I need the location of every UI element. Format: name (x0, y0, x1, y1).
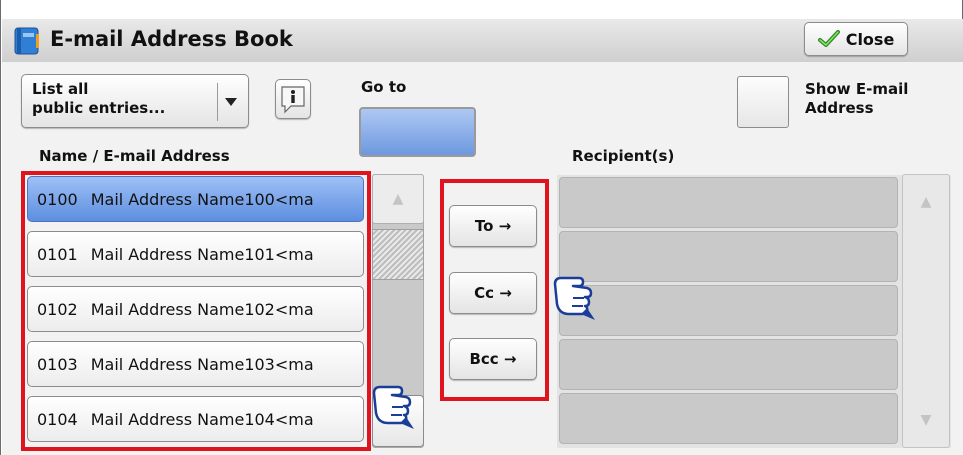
pointing-hand-icon (372, 385, 414, 429)
triangle-down-icon: ▼ (920, 412, 932, 428)
main-panel: List all public entries... Go to Show E-… (2, 62, 963, 455)
to-button[interactable]: To → (449, 205, 537, 247)
info-button[interactable] (275, 79, 311, 119)
recipients-header: Recipient(s) (572, 147, 675, 165)
close-button[interactable]: Close (804, 22, 908, 56)
to-button-label: To → (474, 217, 512, 235)
triangle-down-icon (217, 83, 243, 121)
recipient-row[interactable] (559, 393, 898, 444)
list-header: Name / E-mail Address (39, 147, 230, 165)
app-frame: E-mail Address Book Close List all publi… (0, 0, 963, 455)
show-email-checkbox[interactable] (737, 76, 789, 128)
goto-label: Go to (361, 78, 407, 96)
filter-dropdown-value: List all public entries... (32, 80, 166, 117)
recipient-row[interactable] (559, 231, 898, 282)
recipient-scroll-up-button[interactable]: ▲ (902, 178, 950, 226)
goto-input[interactable] (359, 107, 476, 157)
title-bar: E-mail Address Book Close (2, 19, 963, 63)
address-book-icon (14, 27, 39, 55)
bcc-button-label: Bcc → (469, 350, 517, 368)
window-title: E-mail Address Book (50, 27, 293, 51)
recipient-row[interactable] (559, 285, 898, 336)
info-icon (281, 86, 305, 114)
list-scroll-up-button[interactable]: ▲ (372, 174, 424, 224)
cc-button-label: Cc → (474, 284, 512, 302)
list-scroll-thumb[interactable] (372, 229, 424, 280)
recipient-row[interactable] (559, 339, 898, 390)
bcc-button[interactable]: Bcc → (449, 338, 537, 380)
triangle-up-icon: ▲ (392, 191, 404, 207)
filter-dropdown[interactable]: List all public entries... (21, 74, 249, 128)
cc-button[interactable]: Cc → (449, 272, 537, 314)
checkmark-icon (817, 30, 840, 47)
close-button-label: Close (845, 29, 895, 49)
list-highlight-box (21, 171, 371, 451)
recipient-row[interactable] (559, 177, 898, 228)
recipient-scroll-down-button[interactable]: ▼ (902, 396, 950, 444)
show-email-label: Show E-mail Address (805, 80, 909, 117)
pointing-hand-icon (553, 276, 595, 320)
triangle-up-icon: ▲ (920, 194, 932, 210)
